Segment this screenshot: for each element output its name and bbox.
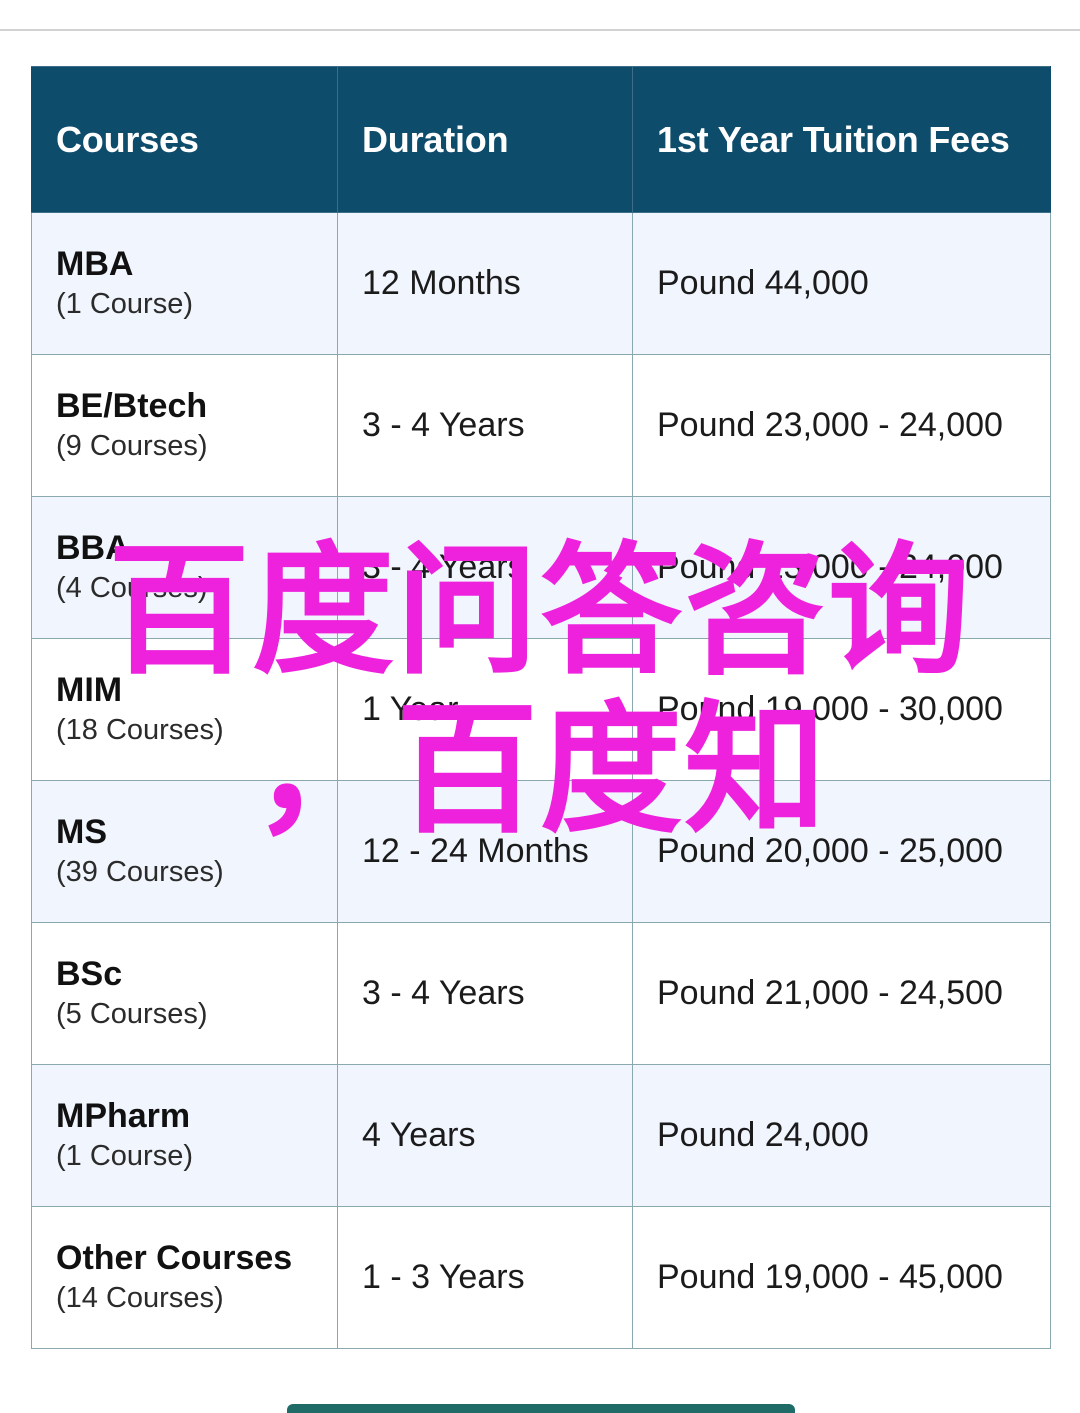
course-name: BSc bbox=[56, 955, 123, 994]
fees-value: Pound 20,000 - 25,000 bbox=[657, 831, 1003, 870]
cell-duration: 4 Years bbox=[337, 1064, 633, 1207]
cell-fees: Pound 24,000 bbox=[632, 1064, 1051, 1207]
primary-action-button[interactable] bbox=[287, 1404, 795, 1413]
fees-value: Pound 19,000 - 30,000 bbox=[657, 689, 1003, 728]
course-count: (9 Courses) bbox=[56, 430, 208, 463]
cell-fees: Pound 19,000 - 45,000 bbox=[632, 1206, 1051, 1349]
top-divider bbox=[0, 29, 1080, 31]
cell-duration: 3 - 4 Years bbox=[337, 922, 633, 1065]
duration-value: 1 Year bbox=[362, 689, 459, 728]
cell-course: BBA (4 Courses) bbox=[31, 496, 338, 639]
course-count: (14 Courses) bbox=[56, 1282, 224, 1315]
fees-table-container: Courses Duration 1st Year Tuition Fees M… bbox=[31, 66, 1051, 1349]
course-name: BE/Btech bbox=[56, 387, 208, 426]
column-header-duration[interactable]: Duration bbox=[337, 66, 633, 213]
fees-value: Pound 21,000 - 24,500 bbox=[657, 973, 1003, 1012]
fees-value: Pound 23,000 - 24,000 bbox=[657, 547, 1003, 586]
course-name: Other Courses bbox=[56, 1239, 293, 1278]
course-name: MPharm bbox=[56, 1097, 191, 1136]
cell-course: Other Courses (14 Courses) bbox=[31, 1206, 338, 1349]
duration-value: 3 - 4 Years bbox=[362, 547, 525, 586]
course-name: MS bbox=[56, 813, 107, 852]
table-row: MIM (18 Courses) 1 Year Pound 19,000 - 3… bbox=[31, 638, 1051, 781]
fees-value: Pound 24,000 bbox=[657, 1115, 869, 1154]
course-name: MBA bbox=[56, 245, 134, 284]
duration-value: 12 Months bbox=[362, 263, 521, 302]
cell-course: MS (39 Courses) bbox=[31, 780, 338, 923]
cell-fees: Pound 23,000 - 24,000 bbox=[632, 354, 1051, 497]
column-header-fees[interactable]: 1st Year Tuition Fees bbox=[632, 66, 1051, 213]
table-header-row: Courses Duration 1st Year Tuition Fees bbox=[31, 66, 1051, 213]
column-header-courses[interactable]: Courses bbox=[31, 66, 338, 213]
table-row: MBA (1 Course) 12 Months Pound 44,000 bbox=[31, 212, 1051, 355]
cell-course: MBA (1 Course) bbox=[31, 212, 338, 355]
course-count: (1 Course) bbox=[56, 288, 193, 321]
table-row: BSc (5 Courses) 3 - 4 Years Pound 21,000… bbox=[31, 922, 1051, 1065]
course-name: BBA bbox=[56, 529, 130, 568]
cell-course: MIM (18 Courses) bbox=[31, 638, 338, 781]
cell-course: BSc (5 Courses) bbox=[31, 922, 338, 1065]
cell-duration: 12 Months bbox=[337, 212, 633, 355]
table-row: MS (39 Courses) 12 - 24 Months Pound 20,… bbox=[31, 780, 1051, 923]
cell-fees: Pound 21,000 - 24,500 bbox=[632, 922, 1051, 1065]
cell-fees: Pound 23,000 - 24,000 bbox=[632, 496, 1051, 639]
course-count: (4 Courses) bbox=[56, 572, 208, 605]
cell-fees: Pound 19,000 - 30,000 bbox=[632, 638, 1051, 781]
fees-value: Pound 23,000 - 24,000 bbox=[657, 405, 1003, 444]
cell-course: BE/Btech (9 Courses) bbox=[31, 354, 338, 497]
cell-duration: 1 - 3 Years bbox=[337, 1206, 633, 1349]
cell-duration: 3 - 4 Years bbox=[337, 354, 633, 497]
duration-value: 3 - 4 Years bbox=[362, 973, 525, 1012]
duration-value: 1 - 3 Years bbox=[362, 1257, 525, 1296]
table-row: MPharm (1 Course) 4 Years Pound 24,000 bbox=[31, 1064, 1051, 1207]
fees-value: Pound 44,000 bbox=[657, 263, 869, 302]
duration-value: 4 Years bbox=[362, 1115, 476, 1154]
table-row: Other Courses (14 Courses) 1 - 3 Years P… bbox=[31, 1206, 1051, 1349]
table-header: Courses Duration 1st Year Tuition Fees bbox=[31, 66, 1051, 213]
uk-courses-tuition-fees-table: Courses Duration 1st Year Tuition Fees M… bbox=[31, 66, 1051, 1349]
course-name: MIM bbox=[56, 671, 123, 710]
cell-fees: Pound 20,000 - 25,000 bbox=[632, 780, 1051, 923]
duration-value: 3 - 4 Years bbox=[362, 405, 525, 444]
cell-duration: 3 - 4 Years bbox=[337, 496, 633, 639]
duration-value: 12 - 24 Months bbox=[362, 831, 589, 870]
course-count: (18 Courses) bbox=[56, 714, 224, 747]
table-body: MBA (1 Course) 12 Months Pound 44,000 BE… bbox=[31, 212, 1051, 1349]
table-row: BE/Btech (9 Courses) 3 - 4 Years Pound 2… bbox=[31, 354, 1051, 497]
cell-duration: 12 - 24 Months bbox=[337, 780, 633, 923]
course-count: (39 Courses) bbox=[56, 856, 224, 889]
table-row: BBA (4 Courses) 3 - 4 Years Pound 23,000… bbox=[31, 496, 1051, 639]
fees-value: Pound 19,000 - 45,000 bbox=[657, 1257, 1003, 1296]
cell-duration: 1 Year bbox=[337, 638, 633, 781]
cell-fees: Pound 44,000 bbox=[632, 212, 1051, 355]
cell-course: MPharm (1 Course) bbox=[31, 1064, 338, 1207]
course-count: (5 Courses) bbox=[56, 998, 208, 1031]
course-count: (1 Course) bbox=[56, 1140, 193, 1173]
page-root: Courses Duration 1st Year Tuition Fees M… bbox=[0, 0, 1080, 1413]
